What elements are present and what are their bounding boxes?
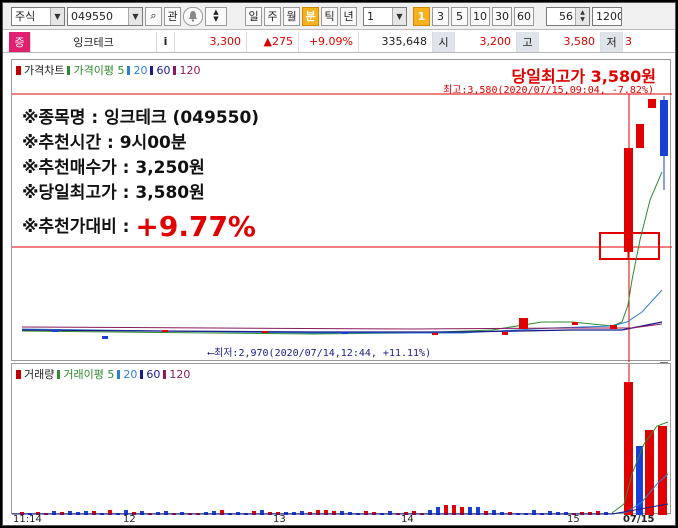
quote-bar: 증 잉크테크 i 3,300 ▲275 +9.09% 335,648 시 3,2… [3, 31, 675, 53]
low-label: 저 [601, 31, 623, 52]
open-label: 시 [433, 31, 455, 52]
min-label: ⟵최저:2,970(2020/07/14,12:44, +11.11%) [208, 348, 432, 359]
interval-select-value: 1 [367, 9, 374, 23]
ma120-line [21, 323, 663, 330]
period-year[interactable]: 년 [340, 6, 357, 26]
chevron-down-icon[interactable]: ▼ [392, 7, 406, 25]
overlay-stock-name: ※종목명 : 잉크테크 (049550) [22, 108, 260, 128]
overlay-rec-time: ※추천시간 : 9시00분 [22, 133, 187, 153]
current-price: 3,300 [175, 31, 247, 52]
max-label: 최고:3,580(2020/07/15,09:04, -7.82%) [442, 85, 654, 96]
bar-count-value: 1200 [596, 9, 622, 23]
interval-select[interactable]: 1 ▼ [363, 6, 407, 26]
overlay-vs-rec: ※추천가대비 : +9.77% [22, 210, 256, 243]
volume-plot [12, 364, 669, 515]
interval-3[interactable]: 3 [432, 6, 449, 26]
overlay-vs-rec-label: ※추천가대비 : [22, 217, 136, 237]
period-week[interactable]: 주 [264, 6, 281, 26]
high-label: 고 [517, 31, 539, 52]
period-tick[interactable]: 틱 [321, 6, 338, 26]
market-select[interactable]: 주식 ▼ [11, 6, 65, 26]
interval-30[interactable]: 30 [492, 6, 512, 26]
axis-label: 14 [401, 514, 414, 525]
count-stepper[interactable]: 56 ▲ ▼ [546, 6, 590, 26]
market-select-value: 주식 [15, 10, 36, 23]
overlay-day-high: ※당일최고가 : 3,580원 [22, 183, 205, 203]
volume-bar [624, 382, 633, 515]
axis-label: 13 [273, 514, 286, 525]
low-price: 3 [625, 35, 632, 48]
ma20-line [21, 289, 663, 334]
chart-window: 주식 ▼ 049550 ▼ ⌕ 관 ▲ ▼ 일 주 월 분 틱 년 1 ▼ 1 3… [2, 2, 676, 526]
search-icon[interactable]: ⌕ [145, 6, 162, 26]
count-stepper-value: 56 [559, 9, 573, 23]
axis-label: 12 [123, 514, 136, 525]
period-month[interactable]: 월 [283, 6, 300, 26]
stepper-arrows-icon[interactable]: ▲ ▼ [575, 7, 589, 25]
price-chart-pane[interactable]: 가격차트 가격이평 5 20 60 120 당일최고가 3,580원 최고:3,… [11, 59, 672, 370]
updown-stepper[interactable]: ▲ ▼ [205, 6, 227, 26]
interval-10[interactable]: 10 [470, 6, 490, 26]
overlay-rec-price: ※추천매수가 : 3,250원 [22, 158, 205, 178]
period-minute[interactable]: 분 [302, 6, 319, 26]
volume-bar [658, 426, 667, 515]
interval-60[interactable]: 60 [514, 6, 534, 26]
interval-5[interactable]: 5 [451, 6, 468, 26]
change-percent: +9.09% [299, 31, 359, 52]
related-button[interactable]: 관 [164, 6, 181, 26]
large-candles [624, 96, 668, 260]
overlay-vs-rec-value: +9.77% [135, 210, 256, 243]
axis-label: 15 [567, 514, 580, 525]
price-change: ▲275 [247, 31, 299, 52]
volume-value: 335,648 [359, 31, 433, 52]
chart-toolbar: 주식 ▼ 049550 ▼ ⌕ 관 ▲ ▼ 일 주 월 분 틱 년 1 ▼ 1 3… [3, 3, 675, 30]
axis-label: 07/15 [623, 514, 655, 525]
stock-name[interactable]: 잉크테크 [31, 31, 157, 52]
info-button[interactable]: i [157, 31, 175, 52]
code-input-value: 049550 [71, 9, 113, 23]
status-badge: 증 [9, 31, 31, 52]
volume-bar [645, 430, 654, 515]
bell-icon[interactable] [183, 6, 203, 26]
chevron-down-icon[interactable]: ▼ [128, 7, 142, 25]
bar-count-input[interactable]: 1200 [592, 6, 622, 26]
stock-name-label: 잉크테크 [73, 35, 114, 49]
axis-label: 11:14 [13, 514, 42, 525]
chevron-down-icon[interactable]: ▼ [50, 7, 64, 25]
interval-1[interactable]: 1 [413, 6, 430, 26]
ma60-line [21, 321, 663, 333]
period-day[interactable]: 일 [245, 6, 262, 26]
volume-chart-pane[interactable]: 거래량 거래이평 5 20 60 120 [11, 363, 671, 515]
code-input[interactable]: 049550 ▼ [67, 6, 143, 26]
time-axis: 11:14 12 13 14 15 07/15 [11, 514, 671, 526]
open-price: 3,200 [455, 31, 517, 52]
high-price: 3,580 [539, 31, 601, 52]
